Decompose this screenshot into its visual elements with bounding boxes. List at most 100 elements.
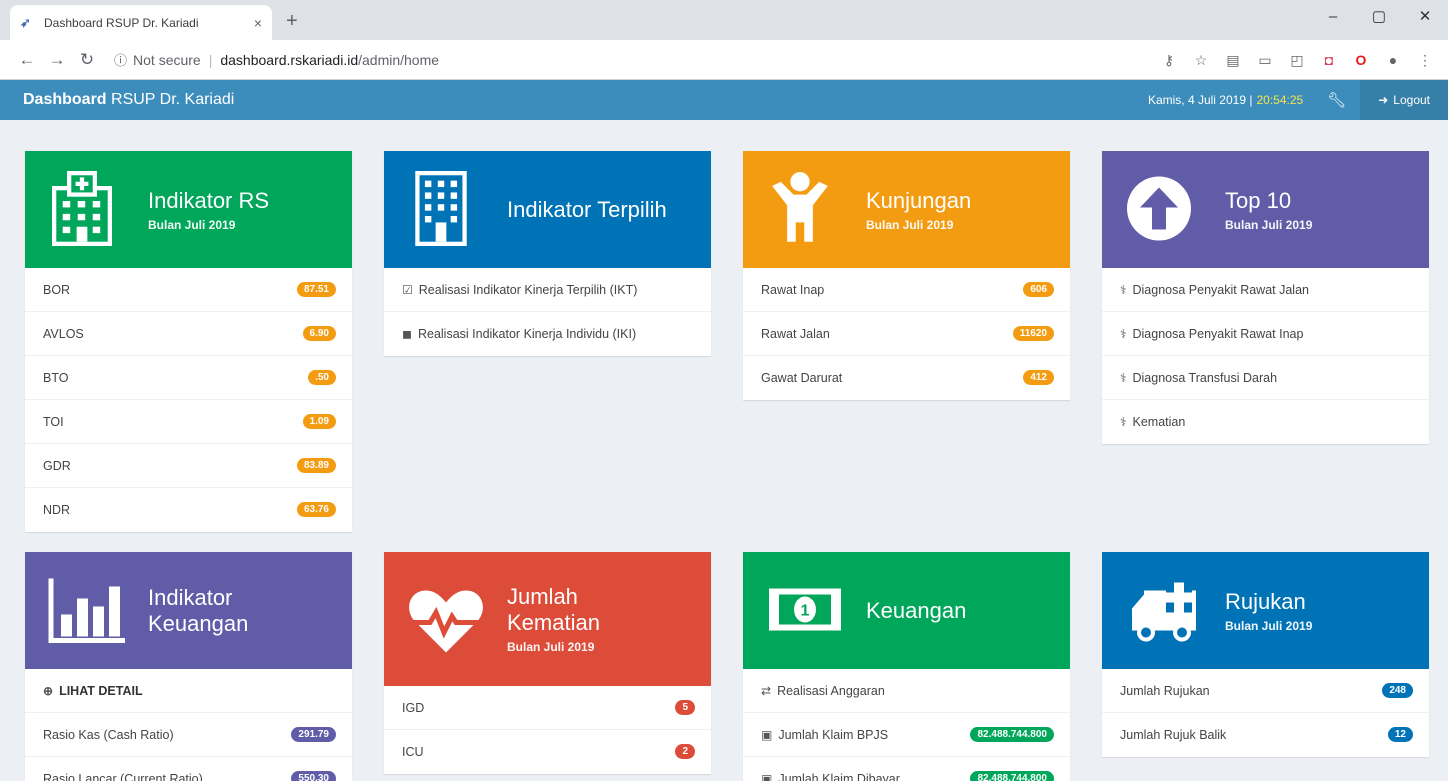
- list-item-klaim-bpjs[interactable]: ▣ Jumlah Klaim BPJS 82.488.744.800: [743, 713, 1070, 757]
- card-header[interactable]: 1 Keuangan: [743, 552, 1070, 669]
- close-window-icon[interactable]: ✕: [1402, 0, 1448, 32]
- url-path: /admin/home: [358, 51, 440, 68]
- card-subtitle: Bulan Juli 2019: [1225, 618, 1313, 633]
- stethoscope-icon: ⚕: [1120, 415, 1127, 429]
- brand-title[interactable]: Dashboard RSUP Dr. Kariadi: [23, 91, 234, 109]
- check-square-icon: ☑: [402, 282, 413, 297]
- stethoscope-icon: ⚕: [1120, 370, 1127, 385]
- favicon-icon: ➶: [20, 14, 31, 30]
- value-badge: 2: [675, 744, 695, 759]
- key-icon[interactable]: ⚷: [1156, 52, 1182, 69]
- address-bar: ← → ↻ ⓘ Not secure | dashboard.rskariadi…: [0, 40, 1448, 80]
- browser-tab[interactable]: ➶ Dashboard RSUP Dr. Kariadi ×: [10, 5, 272, 40]
- back-icon[interactable]: ←: [14, 50, 40, 70]
- extension-icon[interactable]: ▤: [1220, 52, 1246, 69]
- value-badge: 63.76: [296, 502, 336, 517]
- list-item-kematian[interactable]: ⚕ Kematian: [1102, 400, 1429, 444]
- url-domain: dashboard.rskariadi.id: [220, 51, 359, 68]
- value-badge: 82.488.744.800: [970, 727, 1054, 742]
- item-label: Diagnosa Transfusi Darah: [1132, 370, 1278, 385]
- list-item-ndr[interactable]: NDR 63.76: [25, 488, 352, 532]
- reload-icon[interactable]: ↻: [74, 50, 100, 70]
- card-header[interactable]: Rujukan Bulan Juli 2019: [1102, 552, 1429, 669]
- list-item-bto[interactable]: BTO .50: [25, 356, 352, 400]
- building-icon: [415, 171, 467, 246]
- list-item-igd[interactable]: IGD 5: [384, 686, 711, 730]
- card-header[interactable]: Jumlah Kematian Bulan Juli 2019: [384, 552, 711, 686]
- avatar[interactable]: ●: [1380, 52, 1406, 68]
- card-title: Kunjungan: [866, 187, 972, 213]
- list-item-rasio-lancar[interactable]: Rasio Lancar (Current Ratio) 550.30: [25, 757, 352, 781]
- tab-close-icon[interactable]: ×: [254, 15, 262, 31]
- forward-icon[interactable]: →: [44, 50, 70, 70]
- card-header[interactable]: Indikator Keuangan: [25, 552, 352, 669]
- extension-icon[interactable]: ◰: [1284, 52, 1310, 69]
- value-badge: .50: [308, 370, 336, 385]
- list-item-rawat-jalan[interactable]: Rawat Jalan 11620: [743, 312, 1070, 356]
- list-item-rawat-inap[interactable]: Rawat Inap 606: [743, 268, 1070, 312]
- url-field[interactable]: ⓘ Not secure | dashboard.rskariadi.id /a…: [114, 50, 439, 69]
- star-icon[interactable]: ☆: [1188, 52, 1214, 69]
- minimize-icon[interactable]: –: [1310, 0, 1356, 32]
- item-label: BTO: [43, 370, 69, 385]
- card-header[interactable]: Top 10 Bulan Juli 2019: [1102, 151, 1429, 268]
- money-icon: ▣: [761, 727, 773, 742]
- opera-icon[interactable]: O: [1348, 52, 1374, 68]
- hospital-icon: [52, 171, 112, 246]
- money-icon: 1: [769, 588, 841, 631]
- list-item-toi[interactable]: TOI 1.09: [25, 400, 352, 444]
- card-header[interactable]: Indikator Terpilih: [384, 151, 711, 268]
- list-item-rujuk-balik[interactable]: Jumlah Rujuk Balik 12: [1102, 713, 1429, 757]
- value-badge: 83.89: [296, 458, 336, 473]
- list-item-gawat-darurat[interactable]: Gawat Darurat 412: [743, 356, 1070, 400]
- value-badge: 291.79: [291, 727, 336, 742]
- logout-button[interactable]: ➜ Logout: [1360, 80, 1448, 120]
- value-badge: 6.90: [302, 326, 336, 341]
- card-title-line1: Indikator: [148, 584, 233, 610]
- list-item-bor[interactable]: BOR 87.51: [25, 268, 352, 312]
- card-title-line1: Jumlah: [507, 584, 578, 609]
- list-item-icu[interactable]: ICU 2: [384, 730, 711, 774]
- item-label: Realisasi Indikator Kinerja Individu (IK…: [417, 327, 637, 341]
- item-label: GDR: [43, 458, 71, 473]
- value-badge: 87.51: [296, 282, 336, 297]
- list-item-diag-rawat-inap[interactable]: ⚕ Diagnosa Penyakit Rawat Inap: [1102, 312, 1429, 356]
- item-label: LIHAT DETAIL: [59, 683, 143, 698]
- list-item-rasio-kas[interactable]: Rasio Kas (Cash Ratio) 291.79: [25, 713, 352, 757]
- item-label: Jumlah Klaim Dibayar: [778, 772, 900, 781]
- card-title-line2: Kematian: [507, 610, 600, 635]
- child-icon: [772, 172, 828, 242]
- list-item-avlos[interactable]: AVLOS 6.90: [25, 312, 352, 356]
- list-item-gdr[interactable]: GDR 83.89: [25, 444, 352, 488]
- list-item-diag-rawat-jalan[interactable]: ⚕ Diagnosa Penyakit Rawat Jalan: [1102, 268, 1429, 312]
- logout-label: Logout: [1393, 93, 1430, 107]
- heartbeat-icon: [408, 590, 484, 653]
- lihat-detail-link[interactable]: ⊕ LIHAT DETAIL: [25, 669, 352, 713]
- list-item-ikt[interactable]: ☑ Realisasi Indikator Kinerja Terpilih (I…: [384, 268, 711, 312]
- brand-bold: Dashboard: [23, 91, 107, 108]
- pocket-icon[interactable]: ◘: [1316, 52, 1342, 68]
- menu-icon[interactable]: ⋮: [1412, 52, 1438, 69]
- list-item-iki[interactable]: ◼ Realisasi Indikator Kinerja Individu (I…: [384, 312, 711, 356]
- list-item-klaim-dibayar[interactable]: ▣ Jumlah Klaim Dibayar 82.488.744.800: [743, 757, 1070, 781]
- new-tab-button[interactable]: +: [286, 10, 298, 33]
- info-icon[interactable]: ⓘ: [114, 50, 127, 69]
- card-header[interactable]: Indikator RS Bulan Juli 2019: [25, 151, 352, 268]
- card-title: Indikator RS: [148, 187, 270, 213]
- card-kunjungan: Kunjungan Bulan Juli 2019 Rawat Inap 606 …: [743, 151, 1070, 400]
- svg-text:1: 1: [801, 603, 810, 620]
- money-icon: ▣: [761, 772, 773, 781]
- value-badge: 5: [675, 700, 695, 715]
- list-item-diag-transfusi[interactable]: ⚕ Diagnosa Transfusi Darah: [1102, 356, 1429, 400]
- list-item-jumlah-rujukan[interactable]: Jumlah Rujukan 248: [1102, 669, 1429, 713]
- maximize-icon[interactable]: ▢: [1356, 0, 1402, 32]
- card-subtitle: Bulan Juli 2019: [1225, 217, 1313, 232]
- list-item-realisasi[interactable]: ⇄ Realisasi Anggaran: [743, 669, 1070, 713]
- extension-icon[interactable]: ▭: [1252, 52, 1278, 69]
- info-square-icon: ◼: [402, 327, 412, 341]
- card-jumlah-kematian: Jumlah Kematian Bulan Juli 2019 IGD 5 ICU…: [384, 552, 711, 774]
- wrench-icon[interactable]: 🔧︎: [1327, 91, 1346, 109]
- card-header[interactable]: Kunjungan Bulan Juli 2019: [743, 151, 1070, 268]
- browser-tabbar: ➶ Dashboard RSUP Dr. Kariadi × + – ▢ ✕: [0, 0, 1448, 40]
- card-title: Rujukan: [1225, 588, 1306, 614]
